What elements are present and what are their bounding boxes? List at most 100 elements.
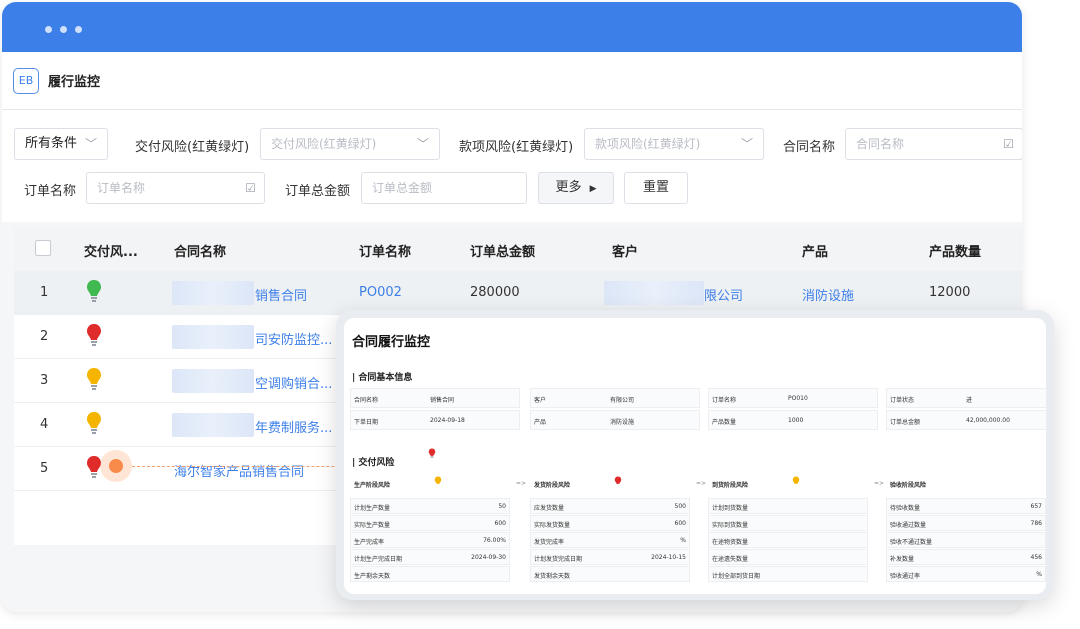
contract-name-link[interactable]: 年费制服务...: [255, 417, 332, 436]
redacted-text: [172, 413, 254, 437]
stage-name: 验收阶段风险: [890, 482, 927, 489]
stage-arrow: =>: [696, 480, 707, 487]
traffic-light-icon: [87, 280, 101, 302]
all-conditions-label: 所有条件: [25, 136, 78, 151]
delivery-risk-placeholder: 交付风险(红黄绿灯): [271, 137, 377, 151]
traffic-light-icon: [614, 476, 622, 484]
col-header[interactable]: 合同名称: [174, 241, 226, 260]
metric-value: 600: [494, 520, 506, 527]
contract-name-input[interactable]: 合同名称 ☑: [845, 128, 1022, 160]
info-key: 合同名称: [354, 397, 379, 404]
caret-right-icon: ▶: [589, 184, 597, 194]
customer-link[interactable]: 限公司: [704, 285, 743, 304]
metric-key: 发货完成率: [534, 539, 565, 546]
metric-value: %: [1036, 571, 1042, 578]
redacted-text: [172, 369, 254, 393]
metric-value: 456: [1030, 554, 1042, 561]
metric-key: 在途物资数量: [712, 539, 749, 546]
redacted-text: [172, 325, 254, 349]
metric-key: 实际发货数量: [534, 522, 571, 529]
chevron-down-icon: ﹀: [416, 137, 429, 151]
stage-name: 发货阶段风险: [534, 482, 571, 489]
info-key: 产品数量: [712, 419, 737, 426]
col-header[interactable]: 产品数量: [929, 241, 981, 260]
click-indicator: [100, 450, 132, 482]
metric-value: 2024-10-15: [651, 554, 686, 561]
payment-risk-label: 款项风险(红黄绿灯): [459, 140, 574, 155]
contract-name-link[interactable]: 销售合同: [255, 285, 307, 304]
metric-key: 验收通过数量: [890, 522, 927, 529]
traffic-light-icon: [87, 412, 101, 434]
delivery-risk-select[interactable]: 交付风险(红黄绿灯) ﹀: [260, 128, 440, 160]
metric-key: 应发货数量: [534, 505, 565, 512]
col-header[interactable]: 产品: [802, 241, 828, 260]
product-link[interactable]: 消防设施: [802, 285, 854, 304]
metric-value: 657: [1030, 503, 1042, 510]
delivery-risk-label: 交付风险(红黄绿灯): [135, 140, 250, 155]
app-logo: EB: [13, 68, 39, 94]
order-total-input[interactable]: 订单总金额: [361, 172, 527, 204]
metric-value: 500: [674, 503, 686, 510]
basic-info-section: | 合同基本信息: [352, 373, 413, 383]
info-key: 下单日期: [354, 419, 379, 426]
order-name-link[interactable]: PO002: [359, 285, 402, 300]
window-dot[interactable]: [45, 26, 52, 33]
col-header[interactable]: 订单名称: [359, 241, 411, 260]
col-header[interactable]: 订单总金额: [470, 241, 535, 260]
chevron-down-icon: ﹀: [84, 137, 97, 151]
redacted-text: [604, 281, 704, 305]
contract-name-placeholder: 合同名称: [856, 137, 905, 151]
app-title: 履行监控: [48, 75, 101, 90]
edit-icon: ☑: [1003, 137, 1014, 151]
order-amount: 280000: [470, 285, 520, 300]
contract-name-link[interactable]: 司安防监控...: [255, 329, 332, 348]
window-dot[interactable]: [60, 26, 67, 33]
panel-title: 合同履行监控: [352, 335, 431, 350]
table-header: 交付风... 合同名称 订单名称 订单总金额 客户 产品 产品数量: [14, 227, 1022, 271]
contract-name-link[interactable]: 空调购销合...: [255, 373, 332, 392]
payment-risk-select[interactable]: 款项风险(红黄绿灯) ﹀: [584, 128, 764, 160]
traffic-light-icon: [87, 368, 101, 390]
metric-key: 实际到货数量: [712, 522, 749, 529]
row-number: 1: [40, 285, 49, 300]
info-key: 产品: [534, 419, 547, 426]
col-header[interactable]: 客户: [612, 241, 638, 260]
stage-arrow: =>: [874, 480, 885, 487]
metric-key: 在途遗失数量: [712, 556, 749, 563]
metric-key: 验收不通过数量: [890, 539, 933, 546]
payment-risk-placeholder: 款项风险(红黄绿灯): [595, 137, 701, 151]
stage-name: 到货阶段风险: [712, 482, 749, 489]
metric-key: 发货剩余天数: [534, 573, 571, 580]
chevron-down-icon: ﹀: [740, 137, 753, 151]
stage-name: 生产阶段风险: [354, 482, 391, 489]
metric-key: 补发数量: [890, 556, 915, 563]
window-dot[interactable]: [75, 26, 82, 33]
metric-key: 计划发货完成日期: [534, 556, 583, 563]
select-all-checkbox[interactable]: [35, 240, 51, 256]
product-qty: 12000: [929, 285, 971, 300]
contract-name-link[interactable]: 海尔智家产品销售合同: [174, 461, 304, 480]
reset-button[interactable]: 重置: [624, 172, 688, 204]
more-label: 更多: [555, 180, 582, 195]
edit-icon: ☑: [245, 181, 256, 195]
contract-monitor-panel: 合同履行监控 | 合同基本信息 合同名称 销售合同 客户 有限公司 订单名称 PO010 订…: [336, 310, 1054, 600]
redacted-text: [172, 281, 254, 305]
metric-value: %: [680, 537, 686, 544]
table-row[interactable]: 1 销售合同 PO002 280000 限公司 消防设施 12000: [14, 271, 1022, 315]
col-header[interactable]: 交付风...: [84, 241, 138, 260]
delivery-risk-title: 交付风险: [358, 458, 395, 468]
info-key: 订单名称: [712, 397, 737, 404]
more-button[interactable]: 更多 ▶: [538, 172, 614, 204]
click-dot: [109, 459, 123, 473]
all-conditions-select[interactable]: 所有条件 ﹀: [14, 128, 108, 160]
order-name-input[interactable]: 订单名称 ☑: [86, 172, 265, 204]
traffic-light-icon: [87, 324, 101, 346]
info-value: 进: [966, 397, 973, 404]
metric-key: 生产完成率: [354, 539, 385, 546]
order-total-label: 订单总金额: [285, 184, 351, 199]
traffic-light-icon: [428, 448, 436, 458]
info-value: 销售合同: [430, 397, 455, 404]
metric-value: 600: [674, 520, 686, 527]
metric-key: 生产剩余天数: [354, 573, 391, 580]
delivery-risk-section: | 交付风险: [352, 458, 395, 468]
